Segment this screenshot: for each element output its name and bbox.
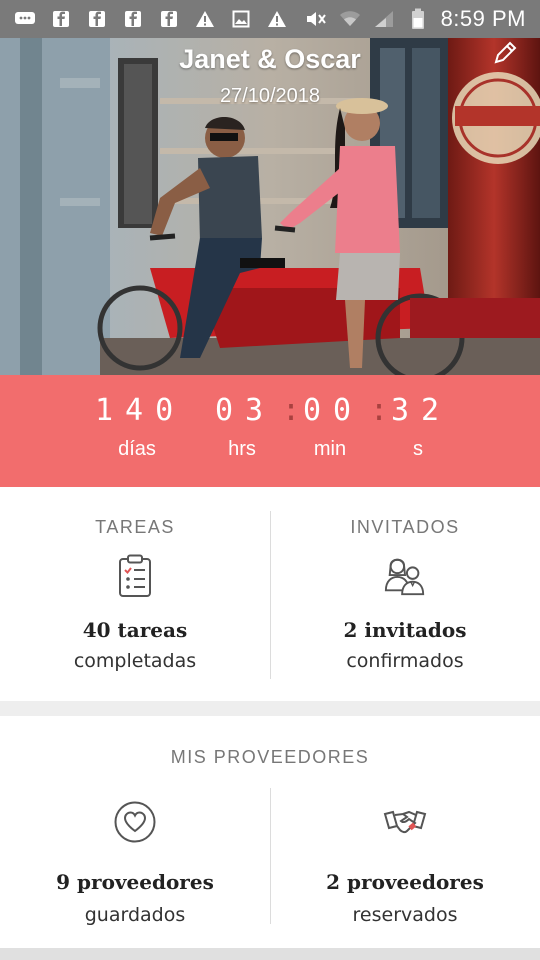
notification-icons bbox=[14, 8, 288, 30]
guests-panel[interactable]: INVITADOS 2 invitados confirmados bbox=[270, 487, 540, 701]
system-icons: 8:59 PM bbox=[305, 6, 526, 32]
facebook-icon bbox=[86, 8, 108, 30]
tasks-count: 40 tareas bbox=[82, 618, 188, 642]
pencil-icon bbox=[494, 41, 517, 64]
guests-title: INVITADOS bbox=[350, 517, 460, 537]
countdown-minutes-label: min bbox=[313, 438, 347, 460]
booked-vendors-status: reservados bbox=[352, 904, 458, 926]
saved-vendors-count: 9 proveedores bbox=[56, 870, 214, 894]
facebook-icon bbox=[50, 8, 72, 30]
couple-name: Janet & Oscar bbox=[179, 44, 361, 74]
vendors-card: MIS PROVEEDORES 9 proveedores guardados … bbox=[0, 716, 540, 948]
countdown-seconds: 32 bbox=[391, 393, 452, 428]
wifi-icon bbox=[339, 8, 361, 30]
message-icon bbox=[14, 8, 36, 30]
facebook-icon bbox=[122, 8, 144, 30]
tasks-status: completadas bbox=[73, 650, 197, 672]
facebook-icon bbox=[158, 8, 180, 30]
guests-icon bbox=[383, 554, 427, 598]
countdown-digits: 140 03 : 00 : 32 bbox=[0, 393, 540, 437]
mute-icon bbox=[305, 8, 327, 30]
guests-status: confirmados bbox=[346, 650, 464, 672]
signal-icon bbox=[373, 8, 395, 30]
handshake-icon bbox=[383, 800, 427, 844]
countdown-hours: 03 bbox=[215, 393, 276, 428]
image-icon bbox=[230, 8, 252, 30]
guests-count: 2 invitados bbox=[343, 618, 467, 642]
tasks-panel[interactable]: TAREAS 40 tareas completadas bbox=[0, 487, 270, 701]
countdown-minutes: 00 bbox=[303, 393, 364, 428]
tasks-title: TAREAS bbox=[95, 517, 175, 537]
countdown-days-label: días bbox=[118, 438, 156, 460]
countdown-days: 140 bbox=[95, 393, 186, 428]
countdown-seconds-label: s bbox=[413, 438, 423, 460]
countdown-banner: 140 03 : 00 : 32 días hrs min s bbox=[0, 375, 540, 487]
booked-vendors-count: 2 proveedores bbox=[326, 870, 484, 894]
booked-vendors-panel[interactable]: 2 proveedores reservados bbox=[270, 716, 540, 948]
countdown-hours-label: hrs bbox=[228, 438, 256, 460]
wedding-date: 27/10/2018 bbox=[219, 85, 321, 107]
saved-vendors-panel[interactable]: 9 proveedores guardados bbox=[0, 716, 270, 948]
checklist-icon bbox=[113, 554, 157, 598]
warning-icon bbox=[266, 8, 288, 30]
tasks-guests-card: TAREAS 40 tareas completadas INVITADOS 2… bbox=[0, 487, 540, 701]
clock: 8:59 PM bbox=[440, 6, 526, 31]
heart-icon bbox=[113, 800, 157, 844]
warning-icon bbox=[194, 8, 216, 30]
couple-photo: Janet & Oscar 27/10/2018 bbox=[0, 38, 540, 375]
battery-icon bbox=[407, 8, 429, 30]
status-bar: 8:59 PM bbox=[0, 0, 540, 38]
edit-button[interactable] bbox=[490, 38, 520, 68]
next-card-edge bbox=[0, 948, 540, 960]
saved-vendors-status: guardados bbox=[84, 904, 186, 926]
